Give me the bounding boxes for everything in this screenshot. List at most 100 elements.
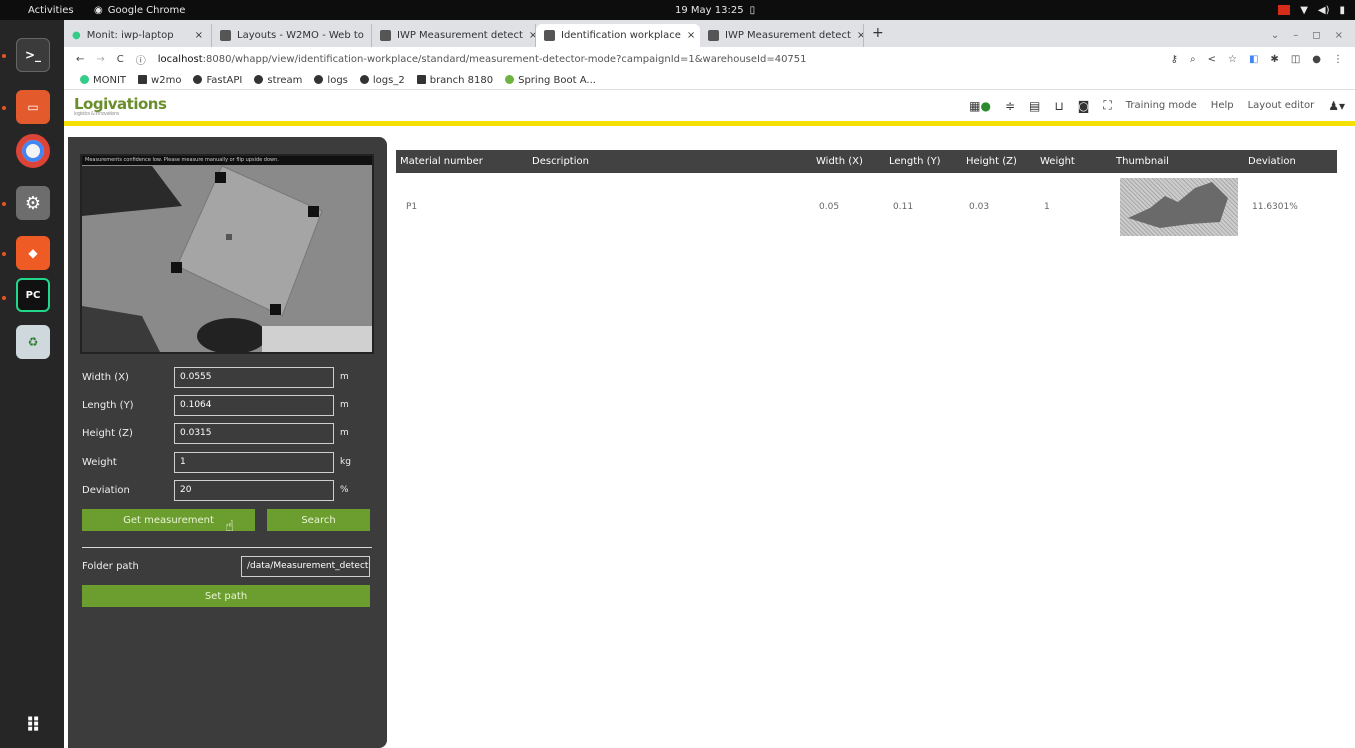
scale-icon[interactable]: ⊔ — [1054, 99, 1063, 113]
terminal-icon[interactable]: >_ — [16, 38, 50, 72]
pycharm-icon[interactable]: PC — [16, 278, 50, 312]
col-weight[interactable]: Weight — [1040, 150, 1075, 173]
bookmark-label: logs_2 — [372, 74, 405, 86]
close-icon[interactable]: × — [687, 30, 695, 41]
logo-text: Logivations — [74, 94, 167, 113]
weight-input[interactable] — [174, 451, 334, 473]
profile-icon[interactable]: ● — [1312, 54, 1321, 65]
bookmark-fastapi[interactable]: FastAPI — [193, 74, 242, 86]
star-icon[interactable]: ☆ — [1228, 54, 1237, 65]
col-description[interactable]: Description — [532, 150, 589, 173]
browser-actions: ⚷ ⌕ < ☆ ◧ ✱ ◫ ● ⋮ — [1171, 54, 1355, 65]
postman-icon[interactable]: ◆ — [16, 236, 50, 270]
length-input[interactable] — [174, 394, 334, 416]
folder-path-input[interactable] — [241, 555, 370, 577]
back-icon[interactable]: ← — [76, 54, 84, 65]
globe-icon — [359, 74, 369, 84]
align-icon[interactable]: ≑ — [1005, 99, 1015, 113]
close-icon[interactable]: × — [529, 30, 535, 41]
cell-height: 0.03 — [969, 202, 990, 212]
page-favicon — [708, 30, 719, 41]
bookmark-spring[interactable]: Spring Boot A... — [505, 74, 596, 86]
bookmark-label: w2mo — [151, 74, 182, 86]
col-width[interactable]: Width (X) — [816, 150, 863, 173]
translate-icon[interactable]: ◧ — [1249, 54, 1258, 65]
col-deviation[interactable]: Deviation — [1248, 150, 1296, 173]
zoom-icon[interactable]: ⌕ — [1190, 54, 1196, 65]
bookmark-branch[interactable]: branch 8180 — [416, 74, 493, 86]
maximize-icon[interactable]: ◻ — [1312, 30, 1320, 41]
close-icon[interactable]: × — [857, 30, 863, 41]
settings-icon[interactable]: ⚙ — [16, 186, 50, 220]
hand-cursor-icon: ☝ — [225, 517, 235, 535]
tab-iwp-2[interactable]: IWP Measurement detect × — [700, 24, 864, 47]
share-icon[interactable]: < — [1208, 54, 1216, 65]
bookmark-stream[interactable]: stream — [254, 74, 302, 86]
files-icon[interactable]: ▭ — [16, 90, 50, 124]
bookmark-w2mo[interactable]: w2mo — [138, 74, 182, 86]
close-window-icon[interactable]: × — [1335, 30, 1343, 41]
app-menu[interactable]: ◉ Google Chrome — [94, 5, 185, 16]
key-icon[interactable]: ⚷ — [1171, 54, 1178, 65]
tab-layouts[interactable]: Layouts - W2MO - Web to × — [212, 24, 372, 47]
bookmark-logs[interactable]: logs — [314, 74, 348, 86]
page-favicon — [544, 30, 555, 41]
bookmark-label: Spring Boot A... — [518, 74, 596, 86]
user-menu-icon[interactable]: ♟▾ — [1328, 99, 1345, 113]
chrome-dock-icon[interactable] — [16, 134, 50, 168]
height-unit: m — [340, 428, 349, 438]
table-header: Material number Description Width (X) Le… — [396, 150, 1337, 173]
set-path-button[interactable]: Set path — [82, 585, 370, 607]
clock[interactable]: 19 May 13:25 ▯ — [675, 5, 755, 16]
table-row[interactable]: P1 0.05 0.11 0.03 1 11.6301% — [396, 173, 1337, 241]
forward-icon[interactable]: → — [96, 54, 104, 65]
system-tray[interactable]: ▼ ◀) ▮ — [1278, 5, 1345, 16]
printer-icon[interactable]: ▤ — [1029, 99, 1040, 113]
layout-editor-link[interactable]: Layout editor — [1248, 100, 1315, 111]
height-label: Height (Z) — [82, 427, 133, 439]
tab-title: Identification workplace — [561, 30, 681, 41]
show-apps-icon[interactable]: ⠿ — [16, 708, 50, 742]
url-field[interactable]: localhost:8080/whapp/view/identification… — [158, 54, 1159, 65]
tab-iwp-1[interactable]: IWP Measurement detect × — [372, 24, 536, 47]
search-button[interactable]: Search — [267, 509, 370, 531]
sidepanel-icon[interactable]: ◫ — [1291, 54, 1300, 65]
battery-icon: ▮ — [1339, 4, 1345, 16]
running-indicator — [2, 106, 6, 110]
menu-icon[interactable]: ⋮ — [1333, 54, 1343, 65]
col-material-number[interactable]: Material number — [400, 150, 483, 173]
cell-thumbnail[interactable] — [1120, 178, 1238, 236]
height-input[interactable] — [174, 422, 334, 444]
tab-search-icon[interactable]: ⌄ — [1271, 30, 1279, 41]
tab-identification[interactable]: Identification workplace × — [536, 24, 700, 47]
bookmark-monit[interactable]: MONIT — [80, 74, 126, 86]
tab-monit[interactable]: ● Monit: iwp-laptop × — [64, 24, 212, 47]
tab-title: IWP Measurement detect — [397, 30, 523, 41]
site-info-icon[interactable]: ⓘ — [136, 52, 146, 67]
minimize-icon[interactable]: – — [1293, 30, 1298, 41]
help-link[interactable]: Help — [1211, 100, 1234, 111]
camera-icon[interactable]: ◙ — [1078, 99, 1090, 113]
extensions-icon[interactable]: ✱ — [1270, 54, 1278, 65]
status-icon[interactable]: ▦● — [969, 99, 991, 113]
dock: >_ ▭ ⚙ ◆ PC ♻ ⠿ — [0, 20, 64, 748]
close-icon[interactable]: × — [195, 30, 203, 41]
activities-button[interactable]: Activities — [0, 5, 94, 16]
deviation-input[interactable] — [174, 479, 334, 501]
system-top-bar: Activities ◉ Google Chrome 19 May 13:25 … — [0, 0, 1355, 20]
col-thumbnail[interactable]: Thumbnail — [1116, 150, 1169, 173]
width-input[interactable] — [174, 366, 334, 388]
col-length[interactable]: Length (Y) — [889, 150, 941, 173]
new-tab-button[interactable]: + — [864, 25, 892, 47]
volume-icon: ◀) — [1317, 4, 1330, 16]
address-bar-row: ← → C ⓘ localhost:8080/whapp/view/identi… — [64, 47, 1355, 71]
logivations-logo[interactable]: Logivations logistics & innovations — [74, 94, 167, 117]
fullscreen-icon[interactable]: ⛶ — [1103, 98, 1111, 113]
col-height[interactable]: Height (Z) — [966, 150, 1017, 173]
bookmark-logs-2[interactable]: logs_2 — [359, 74, 405, 86]
trash-icon[interactable]: ♻ — [16, 325, 50, 359]
deviation-unit: % — [340, 485, 349, 495]
training-mode-link[interactable]: Training mode — [1126, 100, 1197, 111]
cell-length: 0.11 — [893, 202, 914, 212]
reload-icon[interactable]: C — [117, 54, 124, 65]
